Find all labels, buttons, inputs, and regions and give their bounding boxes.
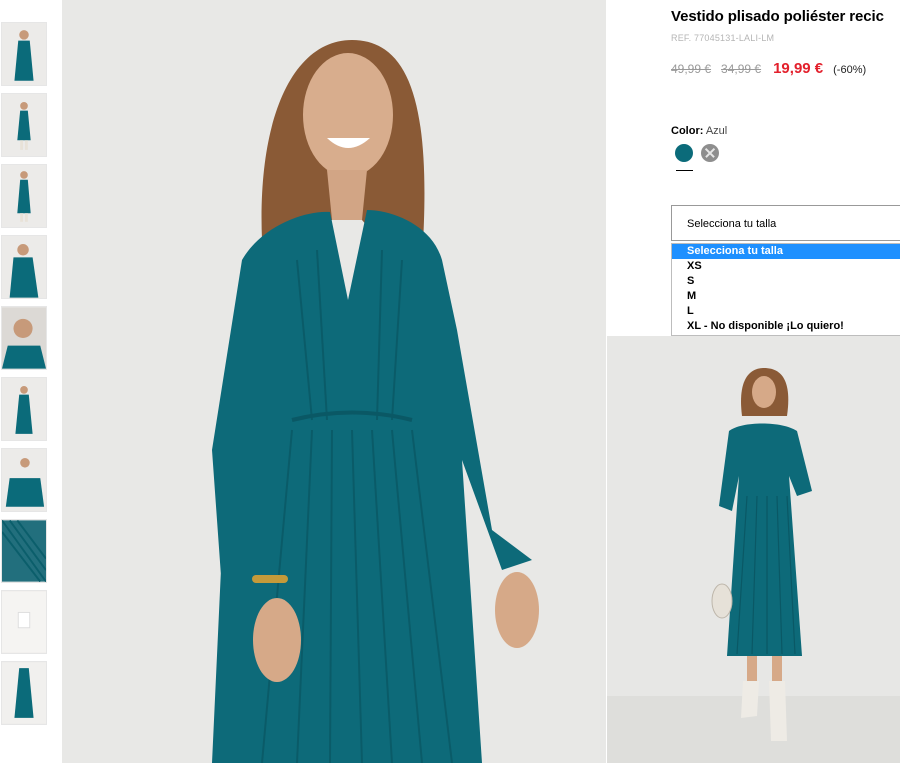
main-product-image[interactable]: [62, 0, 606, 763]
product-title: Vestido plisado poliéster recic: [671, 8, 884, 25]
size-option-m[interactable]: M: [672, 289, 900, 304]
thumbnail-1[interactable]: [1, 22, 47, 86]
size-option-xl[interactable]: XL - No disponible ¡Lo quiero!: [672, 319, 900, 334]
previous-price: 34,99 €: [721, 62, 762, 76]
current-price: 19,99 €: [773, 60, 824, 77]
thumbnail-7[interactable]: [1, 448, 47, 512]
thumbnail-10[interactable]: [1, 661, 47, 725]
original-price: 49,99 €: [671, 62, 712, 76]
thumbnail-9[interactable]: [1, 590, 47, 654]
size-option-l[interactable]: L: [672, 304, 900, 319]
thumbnail-5[interactable]: [1, 306, 47, 370]
selected-swatch-indicator: [676, 170, 693, 171]
size-select[interactable]: Selecciona tu talla: [671, 205, 900, 241]
thumbnail-2[interactable]: [1, 93, 47, 157]
product-reference: REF. 77045131-LALI-LM: [671, 33, 775, 43]
secondary-product-image[interactable]: [607, 336, 900, 763]
discount-badge: (-60%): [833, 64, 867, 76]
size-dropdown-list: Selecciona tu talla XS S M L XL - No dis…: [671, 243, 900, 336]
color-label: Color: Azul: [671, 125, 727, 137]
thumbnail-8[interactable]: [1, 519, 47, 583]
size-option-placeholder[interactable]: Selecciona tu talla: [672, 244, 900, 259]
color-label-title: Color:: [671, 125, 704, 137]
price-row: 49,99 € 34,99 € 19,99 € (-60%): [671, 60, 866, 77]
thumbnail-6[interactable]: [1, 377, 47, 441]
color-swatch-grey-unavailable[interactable]: [701, 144, 719, 162]
size-option-xs[interactable]: XS: [672, 259, 900, 274]
thumbnail-4[interactable]: [1, 235, 47, 299]
color-value: Azul: [705, 125, 728, 137]
size-select-value: Selecciona tu talla: [687, 218, 777, 230]
thumbnail-3[interactable]: [1, 164, 47, 228]
color-swatch-blue[interactable]: [675, 144, 693, 162]
size-option-s[interactable]: S: [672, 274, 900, 289]
